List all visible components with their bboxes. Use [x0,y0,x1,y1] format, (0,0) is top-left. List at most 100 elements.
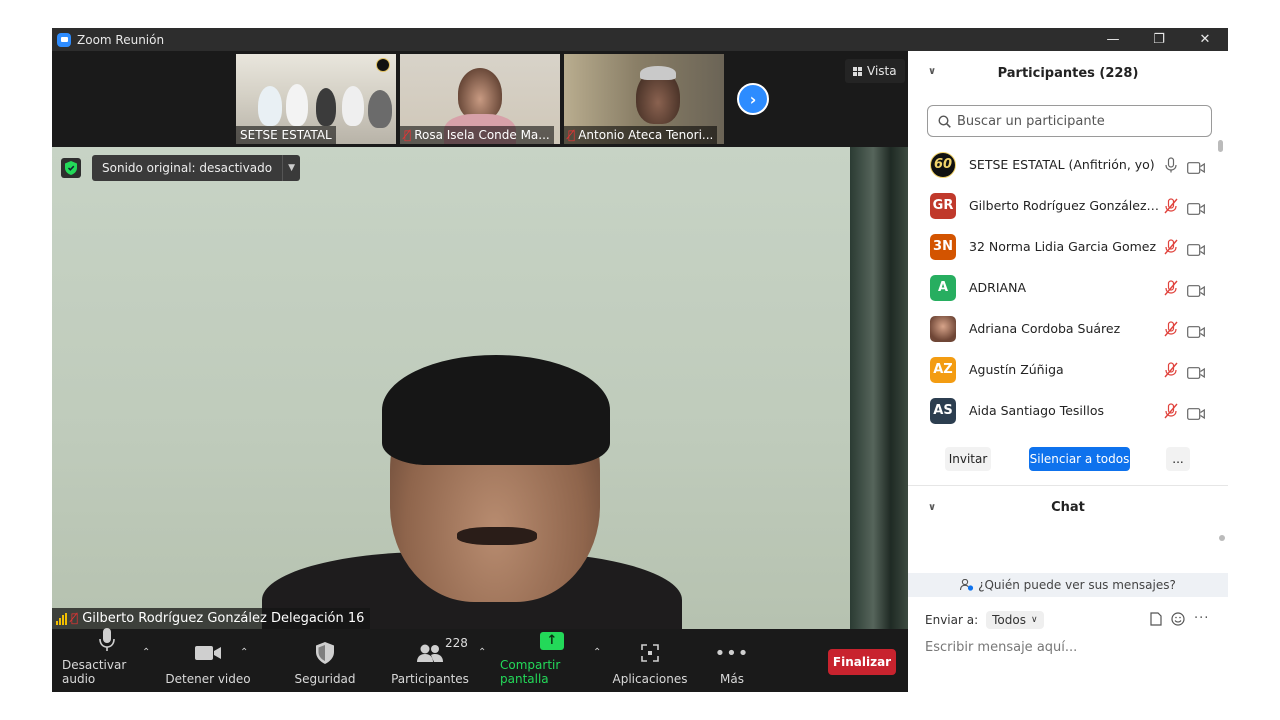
video-options-caret[interactable]: ⌃ [240,647,248,658]
participants-button[interactable]: 228 Participantes [388,629,472,692]
security-button[interactable]: Seguridad [288,629,362,692]
original-sound-toggle[interactable]: Sonido original: desactivado ▼ [92,155,301,181]
participants-icon: 228 [417,636,468,666]
minimize-button[interactable]: — [1090,28,1136,51]
apps-button[interactable]: Aplicaciones [612,629,688,692]
side-panel: ∨ Participantes (228) Buscar un particip… [908,51,1228,692]
mic-muted-icon[interactable] [1164,197,1178,214]
chat-message-input[interactable]: Escribir mensaje aquí... [925,640,1077,655]
close-button[interactable]: ✕ [1182,28,1228,51]
video-camera-icon[interactable] [1187,241,1205,256]
video-camera-icon[interactable] [1187,405,1205,420]
video-camera-icon[interactable] [1187,323,1205,338]
participant-avatar: AS [930,397,956,424]
mute-all-button[interactable]: Silenciar a todos [1029,447,1130,471]
window-title: Zoom Reunión [77,32,165,47]
chat-header: ∨ Chat [908,485,1228,529]
audio-options-caret[interactable]: ⌃ [142,647,150,658]
apps-icon [641,640,659,666]
participant-row[interactable]: AZ Agustín Zúñiga [908,349,1218,390]
invite-button[interactable]: Invitar [945,447,991,471]
chevron-down-icon: ∨ [1030,615,1038,625]
participants-options-caret[interactable]: ⌃ [478,647,486,658]
participant-name: SETSE ESTATAL (Anfitrión, yo) [969,157,1155,172]
mic-muted-icon[interactable] [1164,361,1178,378]
who-can-see-messages[interactable]: ¿Quién puede ver sus mensajes? [908,573,1228,597]
active-speaker-video [52,147,908,629]
participants-header: ∨ Participantes (228) [908,51,1228,95]
chat-scrollbar[interactable] [1219,535,1225,541]
participant-row[interactable]: GR Gilberto Rodríguez González D... [908,185,1218,226]
participants-count: 228 [445,636,468,650]
participants-list: 60 SETSE ESTATAL (Anfitrión, yo) GR Gilbert… [908,144,1218,431]
participant-avatar [930,315,956,342]
zoom-window: Zoom Reunión — ❐ ✕ SETSE ESTATAL 🎙̸ Rosa … [52,28,1228,692]
security-shield-icon [316,640,334,666]
logo-60-icon [376,58,390,72]
title-bar: Zoom Reunión — ❐ ✕ [52,28,1228,51]
video-camera-icon[interactable] [1187,282,1205,297]
chat-title: Chat [1051,500,1085,515]
user-visibility-icon [960,579,974,591]
participants-title: Participantes (228) [997,65,1139,81]
participant-name: Agustín Zúñiga [969,362,1064,377]
participant-row[interactable]: Adriana Cordoba Suárez [908,308,1218,349]
zoom-app-icon [57,32,71,47]
dropdown-arrow-icon[interactable]: ▼ [283,155,300,181]
video-camera-icon [195,640,221,666]
mic-muted-icon[interactable] [1164,279,1178,296]
collapse-chevron-icon[interactable]: ∨ [928,502,936,513]
more-button[interactable]: ••• Más [704,629,760,692]
video-gallery-strip: SETSE ESTATAL 🎙̸ Rosa Isela Conde Ma... 🎙… [236,54,724,144]
participant-name: 32 Norma Lidia Garcia Gomez [969,239,1157,254]
share-options-caret[interactable]: ⌃ [593,647,601,658]
video-tile-label: 🎙̸ Rosa Isela Conde Ma... [400,126,554,144]
participants-scrollbar[interactable] [1218,140,1223,430]
next-page-button[interactable]: › [737,83,769,115]
participant-row[interactable]: 3N 32 Norma Lidia Garcia Gomez [908,226,1218,267]
signal-strength-icon [56,612,67,625]
video-camera-icon[interactable] [1187,364,1205,379]
collapse-chevron-icon[interactable]: ∨ [928,66,936,77]
encryption-shield-icon[interactable] [61,158,81,178]
share-screen-button[interactable]: ↑ Compartir pantalla [500,629,604,692]
video-camera-icon[interactable] [1187,159,1205,174]
meeting-toolbar: Desactivar audio ⌃ Detener video ⌃ Segur… [52,628,908,692]
stop-video-button[interactable]: Detener video [162,629,254,692]
participant-row[interactable]: 60 SETSE ESTATAL (Anfitrión, yo) [908,144,1218,185]
restore-button[interactable]: ❐ [1136,28,1182,51]
share-screen-icon: ↑ [540,629,564,652]
chevron-right-icon: › [749,89,757,109]
video-tile-rosa[interactable]: 🎙̸ Rosa Isela Conde Ma... [400,54,560,144]
participant-name: Adriana Cordoba Suárez [969,321,1121,336]
mute-audio-button[interactable]: Desactivar audio [62,628,152,692]
microphone-icon[interactable] [1164,156,1178,173]
send-to-dropdown[interactable]: Todos ∨ [986,611,1044,629]
chat-more-icon[interactable]: ··· [1194,611,1209,626]
emoji-icon[interactable] [1171,611,1185,626]
participant-search-input[interactable]: Buscar un participante [927,105,1212,137]
video-camera-icon[interactable] [1187,200,1205,215]
participant-row[interactable]: AS Aida Santiago Tesillos [908,390,1218,431]
participant-row[interactable]: A ADRIANA [908,267,1218,308]
participant-avatar: 60 [930,151,956,178]
participant-name: Gilberto Rodríguez González D... [969,198,1161,213]
mic-muted-icon[interactable] [1164,402,1178,419]
participant-avatar: AZ [930,356,956,383]
mic-muted-icon[interactable] [1164,320,1178,337]
meeting-area: SETSE ESTATAL 🎙̸ Rosa Isela Conde Ma... 🎙… [52,51,908,692]
mic-muted-icon: 🎙̸ [71,611,79,625]
view-button[interactable]: Vista [845,59,905,83]
mic-muted-icon: 🎙̸ [404,128,412,142]
chat-tools: ··· [1150,611,1209,626]
file-icon[interactable] [1150,611,1162,626]
participant-avatar: A [930,274,956,301]
participant-avatar: 3N [930,233,956,260]
participant-name: Aida Santiago Tesillos [969,403,1104,418]
video-tile-antonio[interactable]: 🎙̸ Antonio Ateca Tenori... [564,54,724,144]
end-meeting-button[interactable]: Finalizar [828,649,896,675]
mic-muted-icon[interactable] [1164,238,1178,255]
video-tile-setse[interactable]: SETSE ESTATAL [236,54,396,144]
video-tile-label: SETSE ESTATAL [236,126,336,144]
participants-more-button[interactable]: ... [1166,447,1190,471]
